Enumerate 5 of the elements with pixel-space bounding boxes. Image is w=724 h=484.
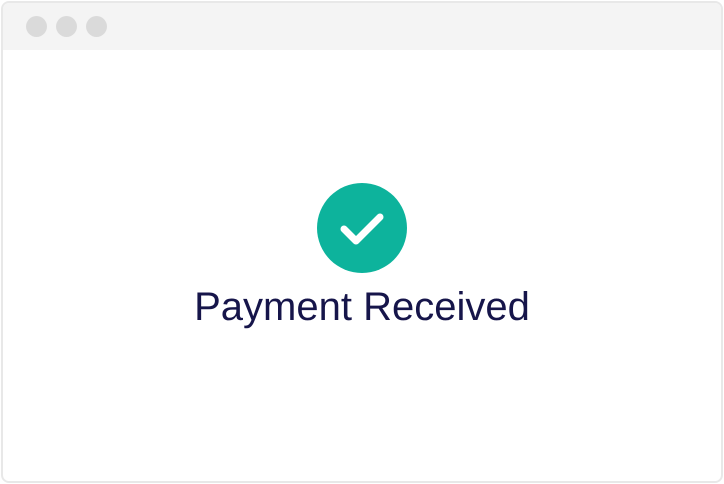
window-control-dot[interactable] bbox=[86, 16, 107, 37]
window-control-dot[interactable] bbox=[26, 16, 47, 37]
checkmark-icon bbox=[317, 183, 407, 273]
status-message: Payment Received bbox=[194, 285, 530, 330]
window-control-dot[interactable] bbox=[56, 16, 77, 37]
